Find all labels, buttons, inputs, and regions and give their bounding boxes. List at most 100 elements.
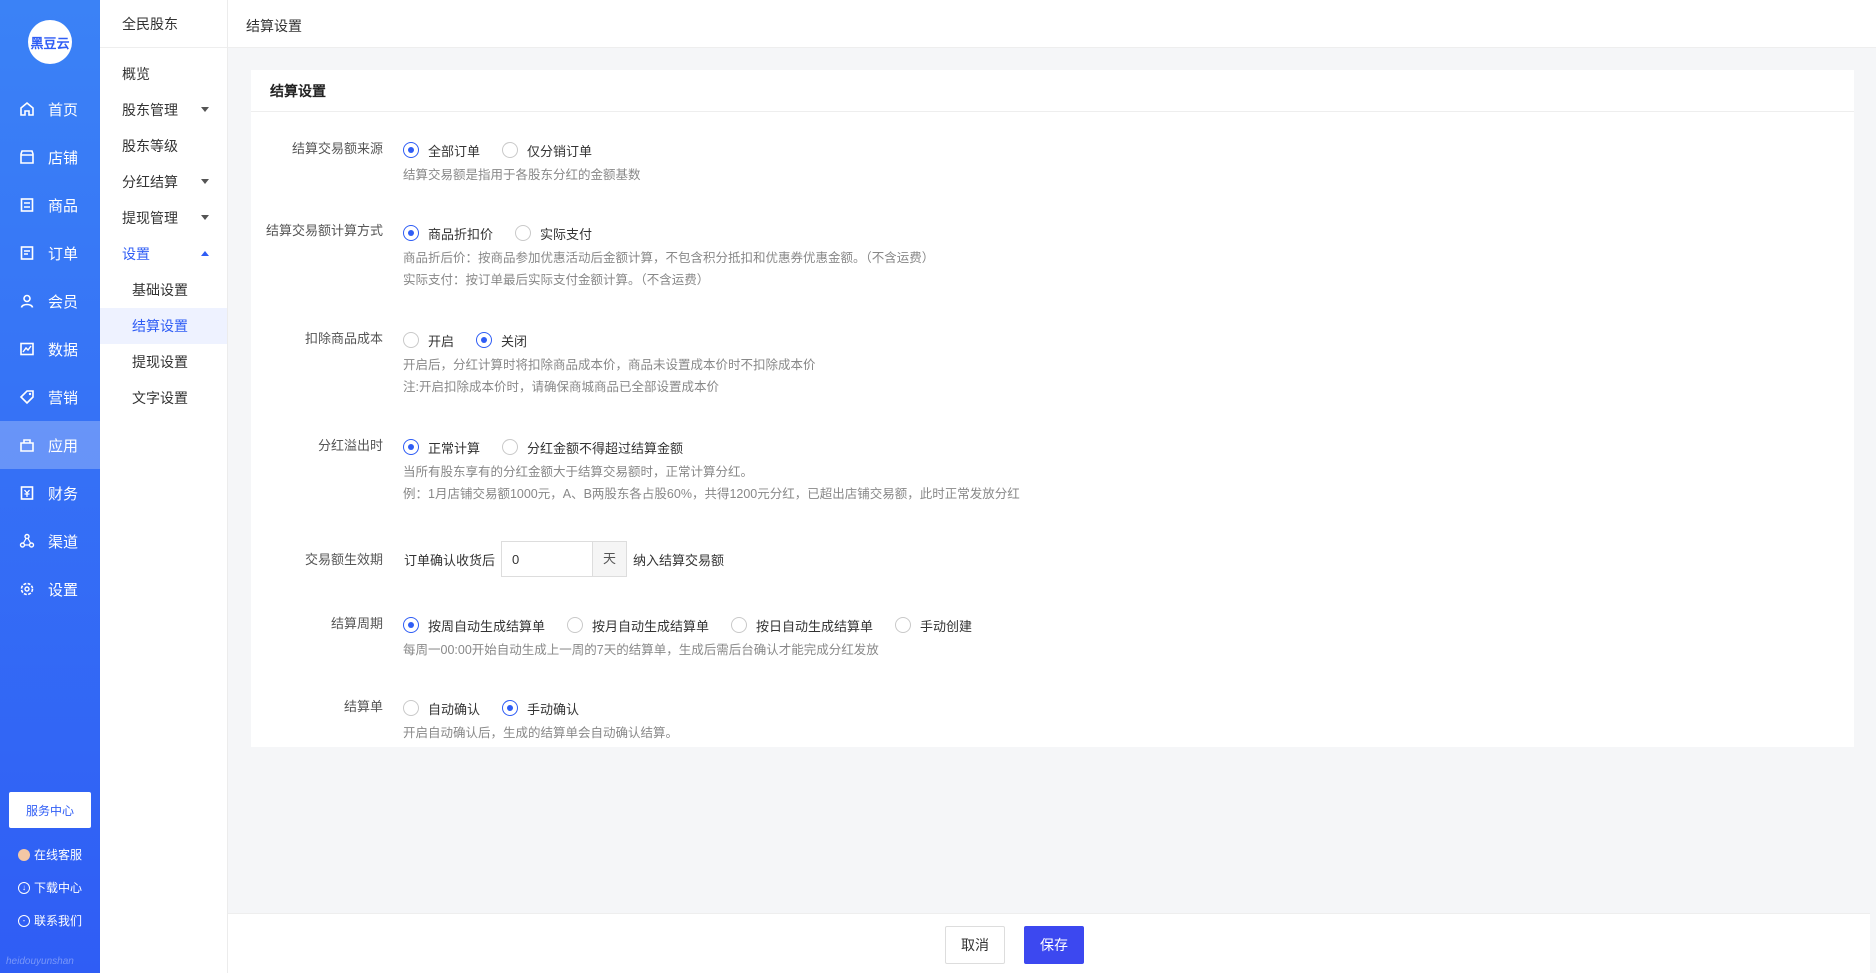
period-radio-group: 按周自动生成结算单 按月自动生成结算单 按日自动生成结算单 手动创建 每周一00… [403,615,994,661]
radio-unchecked-icon [895,617,912,633]
radio-label: 仅分销订单 [527,143,593,159]
contact-us-link[interactable]: - 联系我们 [18,912,82,929]
sidebar-sub-text[interactable]: 文字设置 [100,380,227,416]
download-center-label: 下载中心 [34,881,83,895]
radio-distribution-orders[interactable]: 仅分销订单 [502,141,592,160]
sidebar-item-label: 提现管理 [122,210,178,226]
breadcrumb: 结算设置 [246,18,302,34]
field-label: 交易额生效期 [304,552,383,567]
secondary-sidebar: 全民股东 概览 股东管理 股东等级 分红结算 提现管理 设置 基础设置 结算设置… [100,0,228,973]
brand-logo[interactable]: 黑豆云 [28,20,72,64]
radio-normal-calc[interactable]: 正常计算 [403,438,480,457]
radio-manual-create[interactable]: 手动创建 [895,616,972,635]
download-icon: ↓ [18,881,30,894]
radio-unchecked-icon [403,332,419,348]
source-radio-group: 全部订单 仅分销订单 结算交易额是指用于各股东分红的金额基数 [403,140,641,186]
radio-checked-icon [476,332,493,348]
sidebar-sub-basic[interactable]: 基础设置 [100,272,227,308]
header: 结算设置 [228,0,1876,48]
app-icon [18,436,36,454]
service-center-button[interactable]: 服务中心 [9,792,91,828]
nav-member[interactable]: 会员 [0,277,100,325]
card-title: 结算设置 [251,70,1854,112]
sidebar-item-withdraw[interactable]: 提现管理 [100,200,227,236]
hint-text: 每周一00:00开始自动生成上一周的7天的结算单，生成后需后台确认才能完成分红发… [403,643,879,657]
radio-label: 自动确认 [428,701,481,717]
online-support-label: 在线客服 [34,848,83,862]
nav-finance-label: 财务 [48,485,79,503]
sidebar-sub-withdraw[interactable]: 提现设置 [100,344,227,380]
cancel-button[interactable]: 取消 [945,926,1005,964]
radio-label: 开启 [428,333,455,349]
chart-icon [18,340,36,358]
nav-shop[interactable]: 店铺 [0,133,100,181]
radio-cap-dividend[interactable]: 分红金额不得超过结算金额 [502,438,683,457]
radio-actual-pay[interactable]: 实际支付 [515,224,592,243]
effective-control: 订单确认收货后 天 纳入结算交易额 [404,541,724,577]
radio-manual-confirm[interactable]: 手动确认 [502,699,579,718]
radio-all-orders[interactable]: 全部订单 [403,141,480,160]
radio-unchecked-icon [502,142,519,158]
sidebar-item-shareholder-level[interactable]: 股东等级 [100,128,227,164]
hint-text: 当所有股东享有的分红金额大于结算交易额时，正常计算分红。 [403,465,754,479]
field-label: 结算单 [343,699,383,714]
field-label: 结算周期 [330,616,383,631]
order-icon [18,244,36,262]
gear-icon [18,580,36,598]
nav-marketing[interactable]: 营销 [0,373,100,421]
radio-daily[interactable]: 按日自动生成结算单 [731,616,873,635]
radio-unchecked-icon [403,700,419,716]
days-input[interactable] [502,542,593,576]
radio-label: 全部订单 [428,143,481,159]
chevron-down-icon [201,107,209,112]
radio-cost-on[interactable]: 开启 [403,331,454,350]
goods-icon [18,196,36,214]
nav-finance[interactable]: 财务 [0,469,100,517]
sidebar-sub-settlement[interactable]: 结算设置 [100,308,227,344]
radio-monthly[interactable]: 按月自动生成结算单 [567,616,709,635]
radio-label: 按月自动生成结算单 [592,618,710,634]
nav-settings[interactable]: 设置 [0,565,100,613]
hint-text: 商品折后价：按商品参加优惠活动后金额计算，不包含积分抵扣和优惠券优惠金额。（不含… [403,251,935,265]
radio-label: 商品折扣价 [428,226,494,242]
nav-goods[interactable]: 商品 [0,181,100,229]
days-input-group: 天 [501,541,628,577]
sidebar-item-label: 股东管理 [122,102,178,118]
radio-discount-price[interactable]: 商品折扣价 [403,224,493,243]
nav-settings-label: 设置 [48,581,79,599]
nav-goods-label: 商品 [48,197,79,215]
primary-sidebar: 黑豆云 首页 店铺 商品 订单 会员 数据 营销 应用 财务 渠道 设置 服务中… [0,0,100,973]
field-label: 分红溢出时 [317,438,383,453]
radio-unchecked-icon [731,617,748,633]
nav-order[interactable]: 订单 [0,229,100,277]
nav-marketing-label: 营销 [48,389,79,407]
cost-radio-group: 开启 关闭 开启后，分红计算时将扣除商品成本价，商品未设置成本价时不扣除成本价 … [403,330,816,398]
download-center-link[interactable]: ↓ 下载中心 [18,879,82,896]
nav-data-label: 数据 [48,341,79,359]
nav-app-label: 应用 [48,437,79,455]
sidebar-item-shareholder-manage[interactable]: 股东管理 [100,92,227,128]
radio-auto-confirm[interactable]: 自动确认 [403,699,480,718]
field-label: 扣除商品成本 [304,331,383,346]
radio-checked-icon [502,700,519,716]
module-title: 全民股东 [100,0,227,48]
online-support-link[interactable]: 在线客服 [18,846,82,863]
field-label: 结算交易额来源 [291,141,383,156]
nav-channel[interactable]: 渠道 [0,517,100,565]
nav-data[interactable]: 数据 [0,325,100,373]
radio-label: 按周自动生成结算单 [428,618,546,634]
sidebar-item-settings[interactable]: 设置 [100,236,227,272]
brand-footer-mark: heidouyunshan [6,956,74,967]
radio-label: 实际支付 [540,226,593,242]
sidebar-item-overview[interactable]: 概览 [100,56,227,92]
nav-home[interactable]: 首页 [0,85,100,133]
sidebar-item-dividend[interactable]: 分红结算 [100,164,227,200]
radio-cost-off[interactable]: 关闭 [476,331,527,350]
radio-label: 手动确认 [527,701,580,717]
effective-suffix: 纳入结算交易额 [633,552,725,568]
radio-weekly[interactable]: 按周自动生成结算单 [403,616,545,635]
save-button[interactable]: 保存 [1024,926,1084,964]
nav-shop-label: 店铺 [48,149,79,167]
nav-app[interactable]: 应用 [0,421,100,469]
chevron-down-icon [201,215,209,220]
